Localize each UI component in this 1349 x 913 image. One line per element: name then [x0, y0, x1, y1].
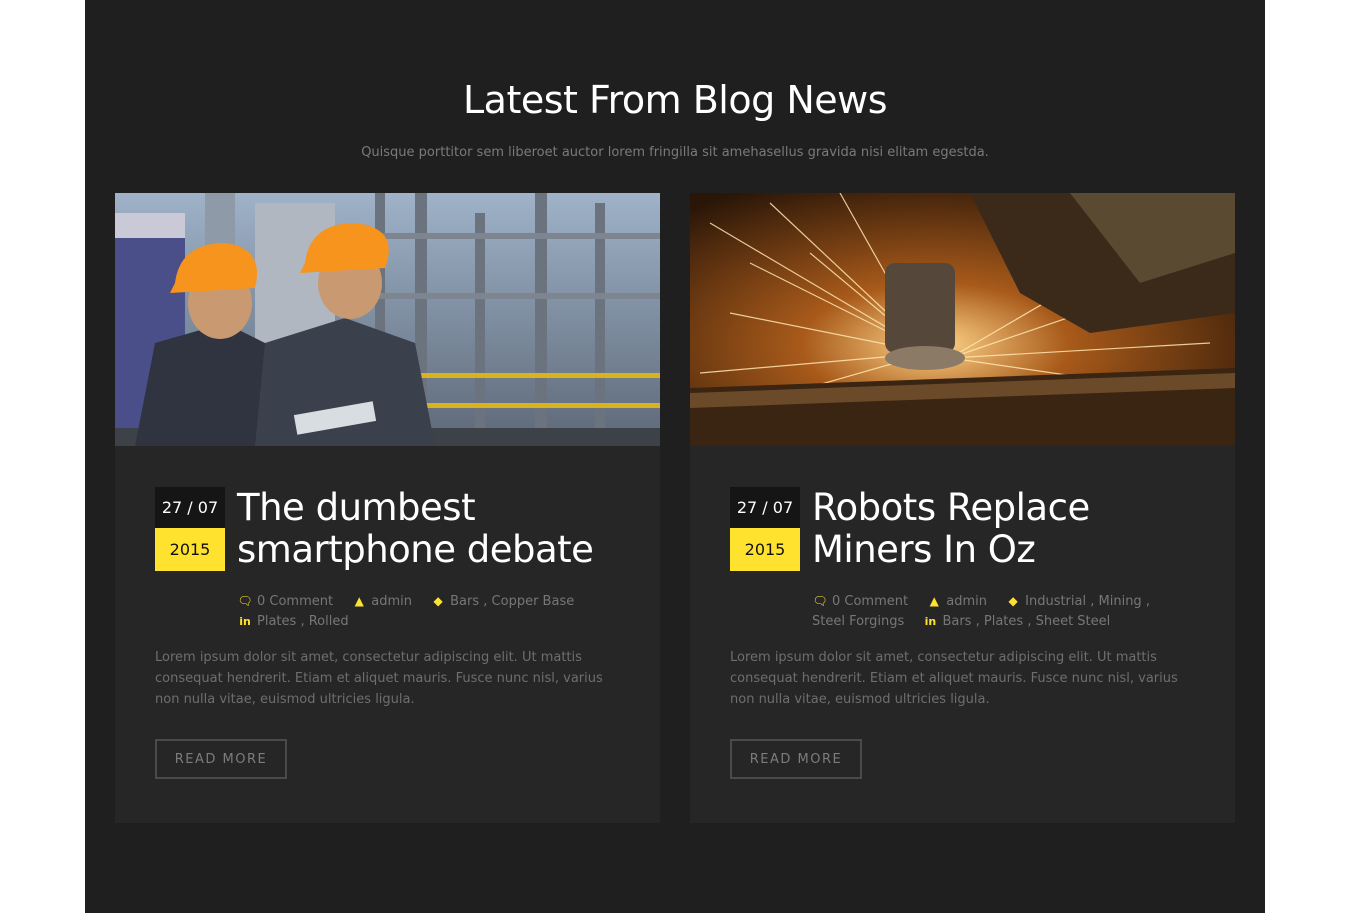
section-subtitle: Quisque porttitor sem liberoet auctor lo…: [361, 145, 989, 160]
blog-card: 27 / 07 2015 The dumbest smartphone deba…: [115, 193, 660, 823]
category-separator: ,: [1145, 594, 1150, 609]
category-link[interactable]: , Mining: [1090, 594, 1141, 609]
blog-section: Latest From Blog News Quisque porttitor …: [85, 0, 1265, 913]
post-date-day-month: 27 / 07: [155, 487, 225, 528]
post-meta: 🗨 0 Comment ▲ admin ◆ Bars , Copper Base in…: [237, 591, 607, 632]
post-date: 27 / 07 2015: [155, 487, 225, 571]
comments-icon: 🗨: [237, 594, 253, 608]
linkedin-icon: in: [924, 615, 937, 628]
category-link[interactable]: Bars: [942, 614, 971, 629]
post-author-link[interactable]: admin: [371, 594, 412, 609]
read-more-button[interactable]: READ MORE: [730, 739, 862, 779]
post-date: 27 / 07 2015: [730, 487, 800, 571]
post-author-link[interactable]: admin: [946, 594, 987, 609]
post-excerpt: Lorem ipsum dolor sit amet, consectetur …: [155, 650, 603, 707]
section-title: Latest From Blog News: [463, 78, 888, 122]
post-title[interactable]: Robots Replace Miners In Oz: [812, 487, 1212, 571]
blog-card: 27 / 07 2015 Robots Replace Miners In Oz…: [690, 193, 1235, 823]
category-link[interactable]: , Sheet Steel: [1027, 614, 1110, 629]
user-icon: ▲: [354, 594, 364, 608]
post-meta: 🗨 0 Comment ▲ admin ◆ Industrial , Mining ,…: [812, 591, 1182, 632]
post-comments-link[interactable]: 0 Comment: [257, 594, 333, 609]
post-date-year: 2015: [730, 528, 800, 571]
category-link[interactable]: , Copper Base: [483, 594, 574, 609]
post-comments-link[interactable]: 0 Comment: [832, 594, 908, 609]
category-link[interactable]: , Plates: [976, 614, 1024, 629]
tag-icon: ◆: [1008, 594, 1018, 608]
category-link[interactable]: , Rolled: [300, 614, 348, 629]
post-excerpt: Lorem ipsum dolor sit amet, consectetur …: [730, 650, 1178, 707]
post-date-day-month: 27 / 07: [730, 487, 800, 528]
category-link[interactable]: Steel Forgings: [812, 614, 904, 629]
category-link[interactable]: Bars: [450, 594, 479, 609]
post-date-year: 2015: [155, 528, 225, 571]
tag-icon: ◆: [433, 594, 443, 608]
comments-icon: 🗨: [812, 594, 828, 608]
category-link[interactable]: Plates: [257, 614, 296, 629]
category-link[interactable]: Industrial: [1025, 594, 1086, 609]
read-more-button[interactable]: READ MORE: [155, 739, 287, 779]
user-icon: ▲: [929, 594, 939, 608]
post-image-sparks[interactable]: [690, 193, 1235, 446]
post-image-workers[interactable]: [115, 193, 660, 446]
post-title[interactable]: The dumbest smartphone debate: [237, 487, 637, 571]
linkedin-icon: in: [239, 615, 251, 628]
